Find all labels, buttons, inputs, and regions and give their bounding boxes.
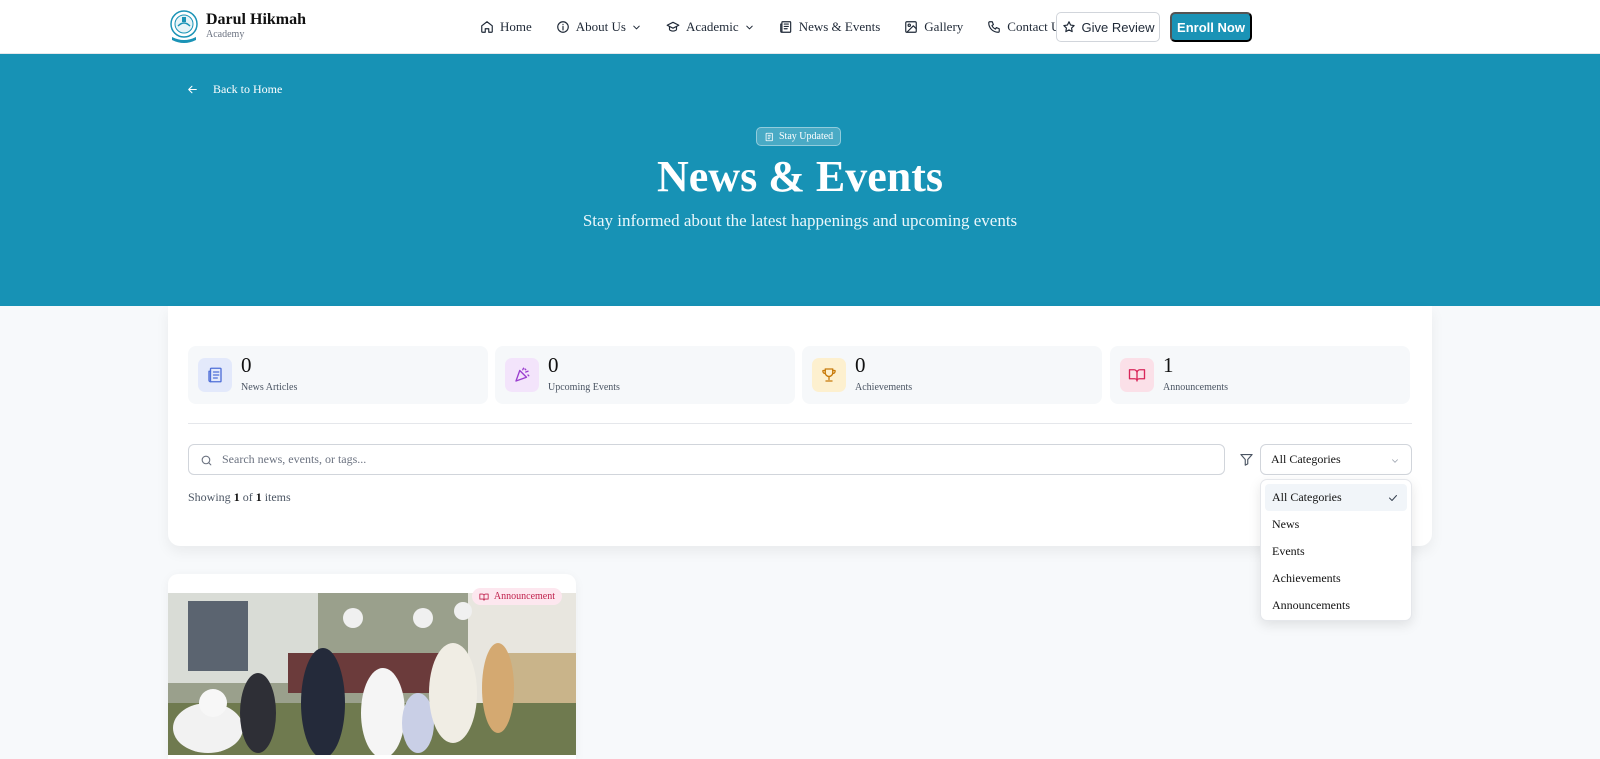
give-review-label: Give Review: [1081, 19, 1155, 35]
chevron-down-icon: [745, 25, 753, 29]
stat-announcements: 1 Announcements: [1110, 346, 1410, 404]
brand-logo[interactable]: Darul Hikmah Academy: [168, 9, 306, 43]
top-navbar: Darul Hikmah Academy Home About Us Acade…: [0, 0, 1600, 54]
category-option-events[interactable]: Events: [1265, 538, 1407, 565]
option-label: All Categories: [1272, 490, 1342, 504]
divider: [188, 423, 1412, 424]
category-select-value: All Categories: [1271, 452, 1341, 466]
star-icon: [1062, 21, 1075, 33]
newspaper-icon: [779, 21, 791, 33]
home-icon: [481, 21, 493, 33]
results-count: Showing 1 of 1 items: [188, 490, 291, 505]
category-dropdown-menu: All Categories News Events Achievements …: [1260, 479, 1412, 621]
image-icon: [905, 21, 918, 33]
filter-icon: [1240, 453, 1253, 466]
search-input[interactable]: [222, 445, 1202, 474]
page-title: News & Events: [657, 152, 943, 201]
book-open-icon: [479, 593, 489, 601]
stat-upcoming-events: 0 Upcoming Events: [495, 346, 795, 404]
nav-news-events[interactable]: News & Events: [779, 19, 881, 35]
option-label: Achievements: [1272, 571, 1341, 585]
category-option-news[interactable]: News: [1265, 511, 1407, 538]
give-review-button[interactable]: Give Review: [1056, 12, 1160, 42]
stat-news-articles: 0 News Articles: [188, 346, 488, 404]
stat-achievements: 0 Achievements: [802, 346, 1102, 404]
stat-label: Achievements: [855, 382, 913, 393]
trophy-icon: [812, 358, 846, 392]
back-to-home-label: Back to Home: [213, 82, 283, 96]
academy-emblem-icon: [168, 9, 200, 43]
nav-news-label: News & Events: [798, 19, 881, 34]
graduation-cap-icon: [666, 21, 680, 32]
category-option-announcements[interactable]: Announcements: [1265, 592, 1407, 619]
nav-academic[interactable]: Academic: [666, 19, 755, 35]
results-suffix: items: [264, 490, 291, 504]
category-option-all[interactable]: All Categories: [1265, 484, 1407, 511]
nav-about[interactable]: About Us: [556, 19, 642, 35]
brand-name: Darul Hikmah: [206, 11, 307, 28]
option-label: News: [1272, 517, 1300, 531]
nav-home-label: Home: [500, 19, 532, 34]
arrow-left-icon: [188, 85, 197, 94]
book-open-icon: [1120, 358, 1154, 392]
search-icon: [201, 455, 212, 466]
option-label: Announcements: [1272, 598, 1350, 612]
stat-label: Upcoming Events: [548, 382, 620, 393]
nav-home[interactable]: Home: [480, 19, 532, 35]
enroll-now-button[interactable]: Enroll Now: [1170, 12, 1252, 42]
search-box: [188, 444, 1225, 475]
newspaper-icon: [198, 358, 232, 392]
stat-value: 0: [548, 353, 559, 377]
hero-banner: Back to Home Stay Updated News & Events …: [0, 54, 1600, 306]
category-option-achievements[interactable]: Achievements: [1265, 565, 1407, 592]
option-label: Events: [1272, 544, 1305, 558]
chevron-down-icon: [633, 25, 640, 29]
stat-value: 0: [241, 353, 252, 377]
stat-value: 0: [855, 353, 866, 377]
brand-subtitle: Academy: [206, 29, 245, 40]
event-photo-image: [168, 593, 576, 755]
news-photo: [168, 593, 576, 755]
tag-label: Announcement: [493, 591, 555, 602]
nav-academic-label: Academic: [685, 19, 739, 34]
nav-about-label: About Us: [575, 19, 626, 34]
news-card[interactable]: Announcement: [168, 574, 576, 759]
page-subtitle: Stay informed about the latest happening…: [582, 211, 1018, 230]
stay-updated-badge: Stay Updated: [756, 127, 842, 146]
results-shown: 1: [233, 490, 240, 504]
back-to-home-link[interactable]: Back to Home: [186, 82, 282, 97]
announcement-tag: Announcement: [471, 588, 562, 605]
party-popper-icon: [505, 358, 539, 392]
info-icon: [556, 21, 569, 33]
stat-label: News Articles: [241, 382, 298, 393]
nav-gallery[interactable]: Gallery: [904, 19, 963, 35]
newspaper-icon: [765, 132, 773, 141]
category-select[interactable]: All Categories: [1260, 444, 1412, 475]
badge-label: Stay Updated: [779, 131, 834, 142]
filter-card: 0 News Articles 0 Upcoming Events 0 Achi…: [168, 306, 1432, 546]
chevron-down-icon: [1392, 459, 1398, 463]
stat-label: Announcements: [1163, 382, 1228, 393]
check-icon: [1389, 495, 1397, 501]
phone-icon: [988, 21, 1001, 33]
nav-contact[interactable]: Contact Us: [987, 19, 1065, 35]
stat-value: 1: [1163, 353, 1174, 377]
results-total: 1: [255, 490, 262, 504]
nav-gallery-label: Gallery: [924, 19, 964, 34]
results-prefix: Showing: [188, 490, 231, 504]
results-of: of: [242, 490, 253, 504]
main-nav: Home About Us Academic News & Events Gal…: [480, 0, 1089, 54]
